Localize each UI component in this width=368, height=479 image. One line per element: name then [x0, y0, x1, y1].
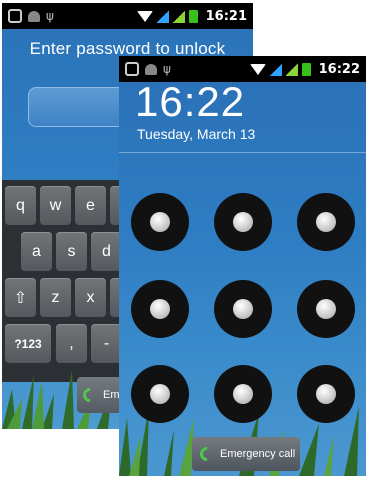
status-clock: 16:21 — [205, 8, 247, 24]
key-dash[interactable]: - — [91, 324, 122, 363]
pattern-lock-screen: ψ 16:22 16:22 Tuesday, March 13 Emergenc… — [119, 56, 366, 476]
key-z[interactable]: z — [40, 278, 71, 317]
key-s[interactable]: s — [56, 232, 87, 271]
divider — [119, 152, 366, 153]
pattern-dot-6[interactable] — [297, 280, 355, 338]
signal-icon — [156, 9, 169, 23]
usb-debug-icon — [125, 62, 139, 76]
status-clock: 16:22 — [318, 61, 360, 77]
pattern-dot-7[interactable] — [131, 365, 189, 423]
wifi-icon — [249, 63, 266, 75]
pattern-dot-8[interactable] — [214, 365, 272, 423]
key-q[interactable]: q — [5, 186, 36, 225]
lock-time: 16:22 — [135, 78, 246, 125]
pattern-dot-2[interactable] — [214, 193, 272, 251]
key-e[interactable]: e — [75, 186, 106, 225]
android-icon — [28, 10, 40, 22]
emergency-call-label: Em — [103, 389, 120, 401]
signal-icon-2 — [172, 9, 185, 23]
status-bar: ψ 16:21 — [2, 3, 253, 29]
lock-date: Tuesday, March 13 — [137, 126, 256, 142]
android-icon — [145, 63, 157, 75]
usb-debug-icon — [8, 9, 22, 23]
emergency-call-button[interactable]: Emergency call — [192, 437, 300, 471]
pattern-dot-4[interactable] — [131, 280, 189, 338]
key-x[interactable]: x — [75, 278, 106, 317]
key-a[interactable]: a — [21, 232, 52, 271]
phone-icon — [80, 385, 100, 405]
usb-icon: ψ — [46, 9, 54, 23]
emergency-call-label: Emergency call — [220, 448, 296, 460]
key-comma[interactable]: , — [56, 324, 87, 363]
key-w[interactable]: w — [40, 186, 71, 225]
usb-icon: ψ — [163, 62, 171, 76]
symbols-key[interactable]: ?123 — [5, 324, 51, 363]
signal-icon-2 — [285, 62, 298, 76]
pattern-dot-1[interactable] — [131, 193, 189, 251]
signal-icon — [269, 62, 282, 76]
battery-icon — [188, 9, 198, 23]
pattern-dot-5[interactable] — [214, 280, 272, 338]
phone-icon — [197, 444, 217, 464]
key-d[interactable]: d — [91, 232, 122, 271]
pattern-dot-9[interactable] — [297, 365, 355, 423]
battery-icon — [301, 62, 311, 76]
wifi-icon — [136, 10, 153, 22]
pattern-dot-3[interactable] — [297, 193, 355, 251]
shift-key[interactable]: ⇧ — [5, 278, 36, 317]
